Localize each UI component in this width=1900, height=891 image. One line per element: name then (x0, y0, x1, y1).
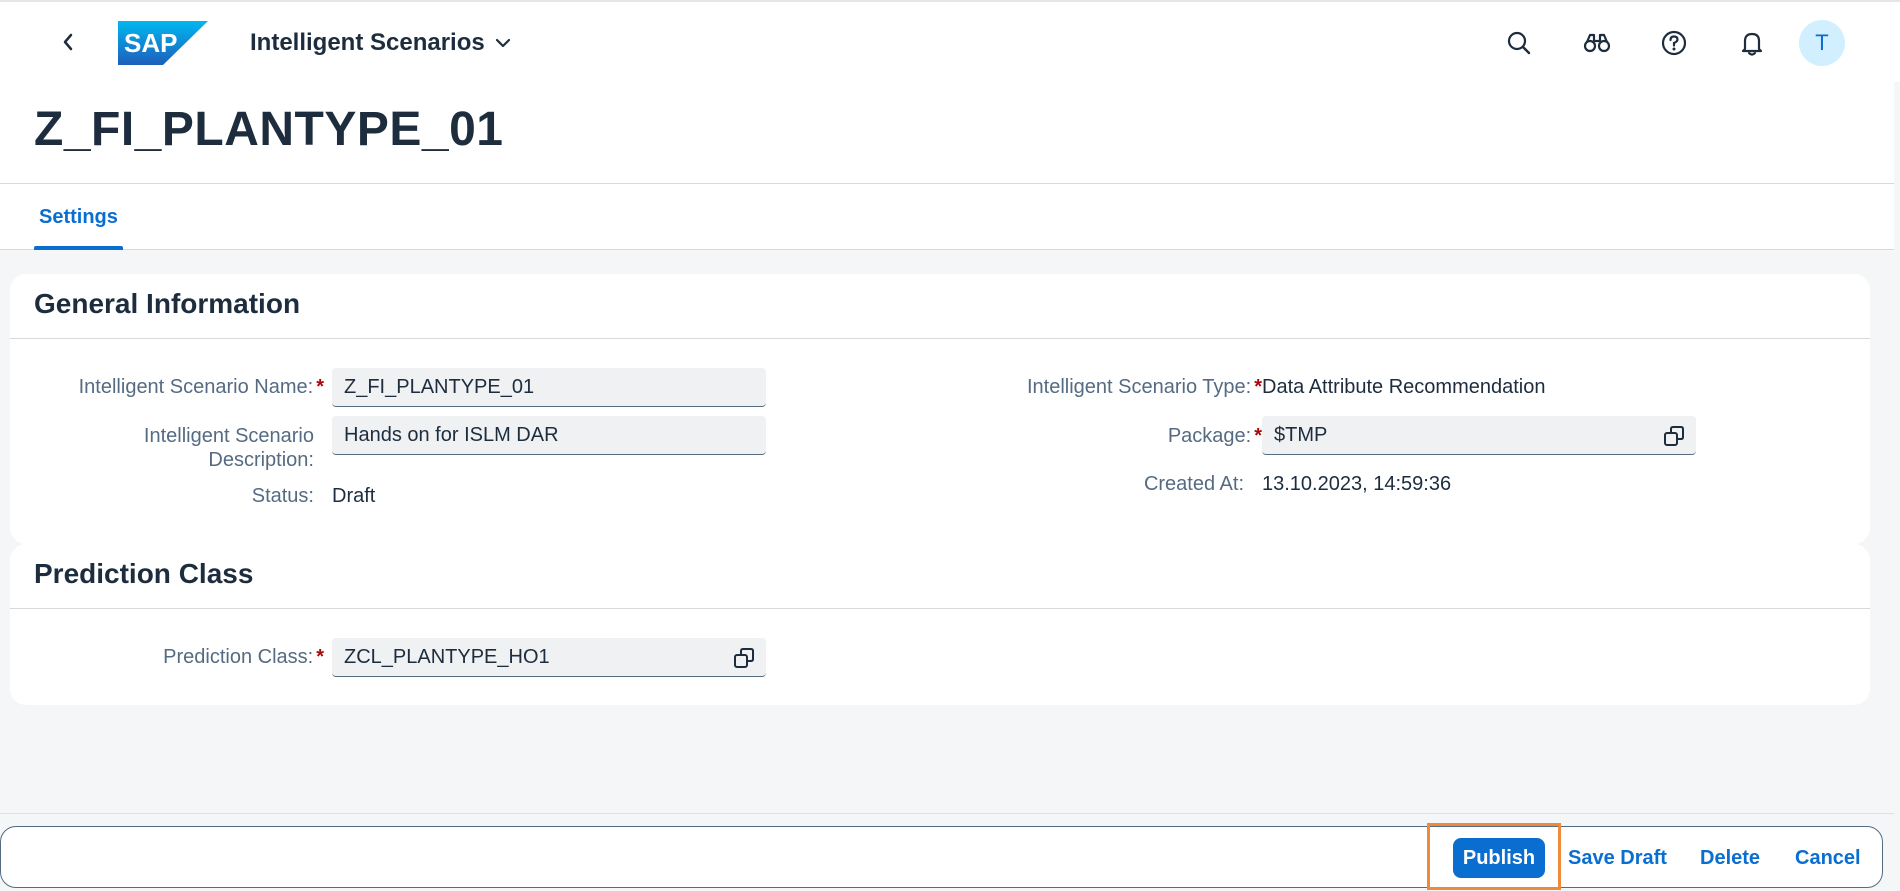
search-button[interactable] (1502, 26, 1536, 60)
tab-selected-indicator (34, 246, 123, 250)
app-title-menu[interactable]: Intelligent Scenarios (250, 29, 511, 57)
sap-logo[interactable]: SAP (118, 21, 208, 65)
scenario-type-label: Intelligent Scenario Type: * (1026, 376, 1262, 398)
section-title: General Information (34, 288, 301, 319)
svg-text:SAP: SAP (124, 28, 177, 58)
created-at-label: Created At: (1143, 473, 1244, 495)
value-help-icon[interactable] (1662, 424, 1686, 448)
scenario-description-input[interactable]: Hands on for ISLM DAR (332, 416, 766, 455)
bell-icon (1741, 32, 1763, 56)
notifications-button[interactable] (1735, 26, 1769, 60)
package-label: Package: * (1167, 425, 1262, 447)
shell-bar: SAP Intelligent Scenarios T (0, 0, 1900, 82)
section-header: General Information (10, 274, 1870, 339)
created-at-value: 13.10.2023, 14:59:36 (1262, 473, 1452, 495)
package-value: $TMP (1274, 424, 1328, 446)
back-icon (63, 33, 73, 51)
footer-toolbar: Publish Save Draft Delete Cancel (0, 826, 1883, 888)
scenario-description-value: Hands on for ISLM DAR (344, 424, 559, 446)
scenario-description-label: Intelligent Scenario Description: (143, 425, 314, 471)
section-header: Prediction Class (10, 544, 1870, 609)
scenario-type-value: Data Attribute Recommendation (1262, 376, 1546, 398)
package-input[interactable]: $TMP (1262, 416, 1696, 455)
prediction-class-section: Prediction Class Prediction Class: * ZCL_… (10, 544, 1870, 705)
app-title: Intelligent Scenarios (250, 29, 485, 56)
section-title: Prediction Class (34, 558, 254, 589)
binoculars-button[interactable] (1580, 26, 1614, 60)
prediction-class-label: Prediction Class: * (163, 646, 324, 668)
status-label: Status: (251, 485, 314, 507)
tab-bar: Settings (0, 184, 1894, 250)
page-title: Z_FI_PLANTYPE_01 (34, 103, 504, 156)
value-help-icon[interactable] (732, 646, 756, 670)
user-avatar[interactable]: T (1799, 20, 1845, 66)
footer-separator (0, 813, 1894, 814)
object-header: Z_FI_PLANTYPE_01 (0, 82, 1894, 184)
back-button[interactable] (52, 26, 84, 58)
chevron-down-icon (495, 38, 510, 48)
cancel-button[interactable]: Cancel (1795, 838, 1861, 878)
delete-button[interactable]: Delete (1700, 838, 1760, 878)
publish-highlight-frame (1427, 823, 1561, 890)
required-marker: * (316, 376, 324, 398)
binoculars-icon (1583, 33, 1611, 53)
required-marker: * (316, 646, 324, 668)
scenario-name-label: Intelligent Scenario Name: * (78, 376, 324, 398)
required-marker: * (1254, 425, 1262, 447)
search-icon (1507, 31, 1531, 55)
save-draft-button[interactable]: Save Draft (1568, 838, 1667, 878)
scenario-name-value: Z_FI_PLANTYPE_01 (344, 376, 535, 398)
required-marker: * (1254, 376, 1262, 398)
general-information-section: General Information Intelligent Scenario… (10, 274, 1870, 544)
status-value: Draft (332, 485, 376, 507)
prediction-class-input[interactable]: ZCL_PLANTYPE_HO1 (332, 638, 766, 677)
help-icon (1661, 30, 1687, 56)
prediction-class-value: ZCL_PLANTYPE_HO1 (344, 646, 550, 668)
scenario-name-input[interactable]: Z_FI_PLANTYPE_01 (332, 368, 766, 407)
tab-settings[interactable]: Settings (34, 184, 123, 250)
help-button[interactable] (1657, 26, 1691, 60)
